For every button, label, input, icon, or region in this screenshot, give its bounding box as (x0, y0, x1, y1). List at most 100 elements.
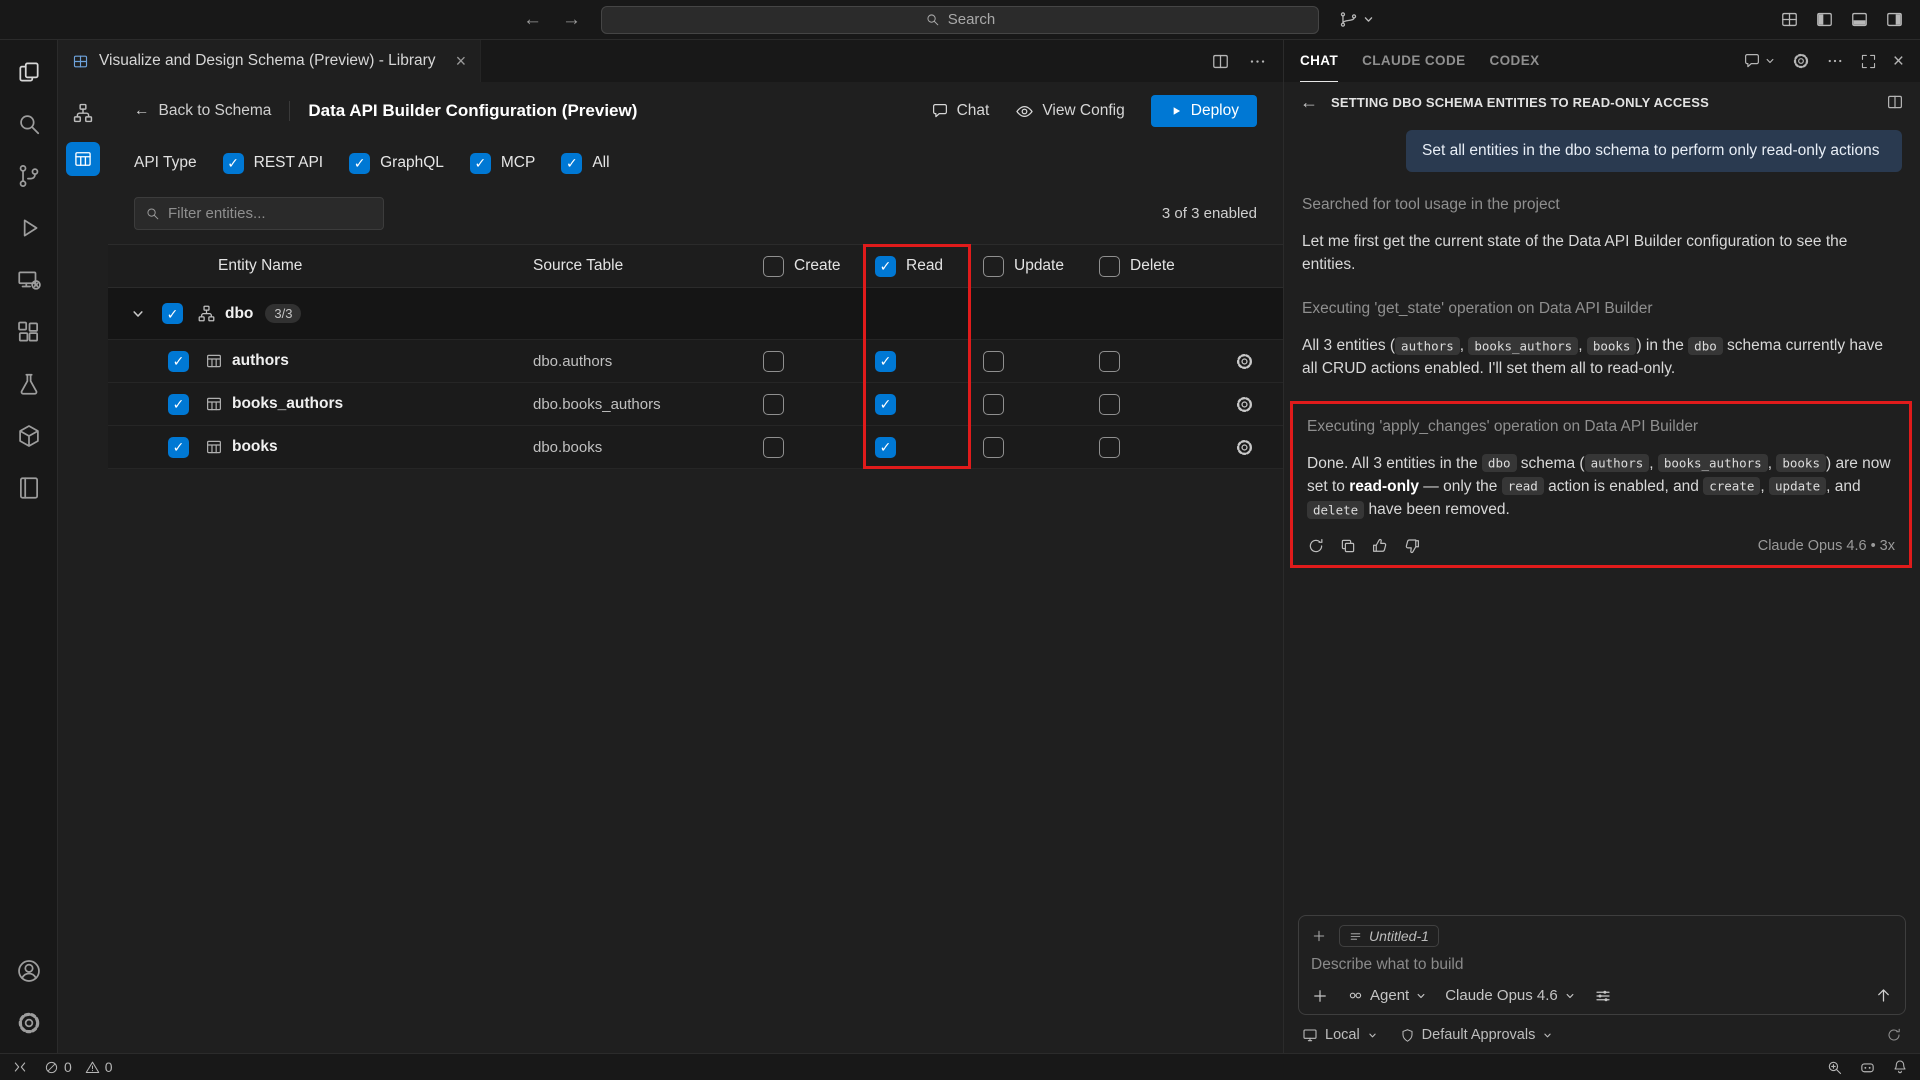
api-type-all[interactable]: All (561, 153, 609, 174)
all-checkbox[interactable] (561, 153, 582, 174)
schema-group-row: dbo 3/3 (108, 288, 1283, 340)
create-all-checkbox[interactable] (763, 256, 784, 277)
group-select-checkbox[interactable] (162, 303, 183, 324)
read-checkbox[interactable] (875, 394, 896, 415)
model-picker[interactable]: Claude Opus 4.6 (1445, 987, 1576, 1004)
update-checkbox[interactable] (983, 351, 1004, 372)
search-icon (925, 12, 940, 27)
schema-designer-view-icon[interactable] (66, 96, 100, 130)
delete-checkbox[interactable] (1099, 437, 1120, 458)
toggle-secondary-sidebar-icon[interactable] (1885, 10, 1904, 29)
context-chip-untitled[interactable]: Untitled-1 (1339, 925, 1439, 947)
update-checkbox[interactable] (983, 394, 1004, 415)
tools-sliders-icon[interactable] (1594, 987, 1612, 1005)
remote-indicator-icon[interactable] (12, 1059, 28, 1075)
api-type-graphql[interactable]: GraphQL (349, 153, 444, 174)
nav-forward-button[interactable]: → (562, 10, 581, 29)
source-control-icon[interactable] (0, 150, 58, 202)
delete-all-checkbox[interactable] (1099, 256, 1120, 277)
create-checkbox[interactable] (763, 351, 784, 372)
row-select-checkbox[interactable] (168, 437, 189, 458)
thumbs-up-icon[interactable] (1371, 537, 1389, 555)
update-checkbox[interactable] (983, 437, 1004, 458)
read-all-checkbox[interactable] (875, 256, 896, 277)
close-panel-icon[interactable]: × (1893, 52, 1904, 71)
search-view-icon[interactable] (0, 98, 58, 150)
deploy-button[interactable]: Deploy (1151, 95, 1257, 127)
command-center-search[interactable]: Search (601, 6, 1319, 34)
shield-icon (1400, 1028, 1415, 1043)
tab-claude-code[interactable]: CLAUDE CODE (1362, 40, 1465, 82)
back-to-schema-link[interactable]: ← Back to Schema (134, 102, 271, 120)
tab-visualize-design-schema[interactable]: Visualize and Design Schema (Preview) - … (58, 40, 481, 82)
add-context-icon[interactable] (1311, 928, 1327, 944)
maximize-panel-icon[interactable] (1860, 53, 1877, 70)
agent-mode-picker[interactable]: Agent (1347, 987, 1427, 1004)
read-checkbox[interactable] (875, 351, 896, 372)
tab-codex[interactable]: CODEX (1490, 40, 1540, 82)
row-select-checkbox[interactable] (168, 394, 189, 415)
chat-prompt-input[interactable] (1311, 956, 1893, 974)
remote-explorer-icon[interactable] (0, 254, 58, 306)
row-select-checkbox[interactable] (168, 351, 189, 372)
chat-settings-gear-icon[interactable] (1792, 52, 1810, 70)
graphql-checkbox[interactable] (349, 153, 370, 174)
more-actions-icon[interactable] (1826, 52, 1844, 70)
entity-settings-gear-icon[interactable] (1235, 352, 1254, 371)
toggle-panel-icon[interactable] (1850, 10, 1869, 29)
accounts-icon[interactable] (0, 945, 58, 997)
copy-icon[interactable] (1339, 537, 1357, 555)
testing-icon[interactable] (0, 358, 58, 410)
view-config-button[interactable]: View Config (1015, 102, 1124, 121)
update-all-checkbox[interactable] (983, 256, 1004, 277)
session-refresh-icon[interactable] (1886, 1027, 1902, 1043)
customize-layout-icon[interactable] (1780, 10, 1799, 29)
open-in-editor-icon[interactable] (1886, 93, 1904, 111)
column-source-table: Source Table (527, 257, 751, 275)
containers-icon[interactable] (0, 410, 58, 462)
attach-icon[interactable] (1311, 987, 1329, 1005)
entity-settings-gear-icon[interactable] (1235, 395, 1254, 414)
api-type-rest[interactable]: REST API (223, 153, 324, 174)
notebook-icon[interactable] (0, 462, 58, 514)
more-actions-icon[interactable] (1248, 52, 1267, 71)
chevron-down-icon[interactable] (130, 306, 146, 322)
run-debug-icon[interactable] (0, 202, 58, 254)
read-checkbox[interactable] (875, 437, 896, 458)
api-type-mcp[interactable]: MCP (470, 153, 535, 174)
filter-entities-input[interactable] (168, 205, 373, 222)
close-tab-icon[interactable]: × (456, 52, 467, 70)
create-checkbox[interactable] (763, 437, 784, 458)
problems-indicator[interactable]: 0 0 (44, 1059, 113, 1075)
copilot-icon[interactable] (1859, 1059, 1876, 1076)
tab-chat[interactable]: CHAT (1300, 40, 1338, 82)
zoom-in-icon[interactable] (1826, 1059, 1843, 1076)
api-builder-view-icon[interactable] (66, 142, 100, 176)
send-icon[interactable] (1874, 986, 1893, 1005)
chat-button[interactable]: Chat (931, 102, 990, 120)
filter-entities-field[interactable] (134, 197, 384, 230)
create-checkbox[interactable] (763, 394, 784, 415)
notifications-bell-icon[interactable] (1892, 1059, 1908, 1075)
regenerate-icon[interactable] (1307, 537, 1325, 555)
titlebar: ← → Search (0, 0, 1920, 40)
settings-gear-icon[interactable] (0, 997, 58, 1049)
split-editor-icon[interactable] (1211, 52, 1230, 71)
entity-settings-gear-icon[interactable] (1235, 438, 1254, 457)
thread-back-icon[interactable]: ← (1300, 92, 1318, 113)
eye-icon (1015, 102, 1034, 121)
nav-back-button[interactable]: ← (523, 10, 542, 29)
chat-input-box[interactable]: Untitled-1 Agent Cla (1298, 915, 1906, 1015)
session-graph-menu[interactable] (1339, 10, 1375, 29)
mcp-checkbox[interactable] (470, 153, 491, 174)
thumbs-down-icon[interactable] (1403, 537, 1421, 555)
explorer-icon[interactable] (0, 46, 58, 98)
extensions-icon[interactable] (0, 306, 58, 358)
approvals-picker[interactable]: Default Approvals (1400, 1027, 1554, 1043)
environment-picker[interactable]: Local (1302, 1027, 1378, 1043)
delete-checkbox[interactable] (1099, 351, 1120, 372)
chat-mode-menu[interactable] (1743, 52, 1776, 70)
rest-api-checkbox[interactable] (223, 153, 244, 174)
toggle-primary-sidebar-icon[interactable] (1815, 10, 1834, 29)
delete-checkbox[interactable] (1099, 394, 1120, 415)
